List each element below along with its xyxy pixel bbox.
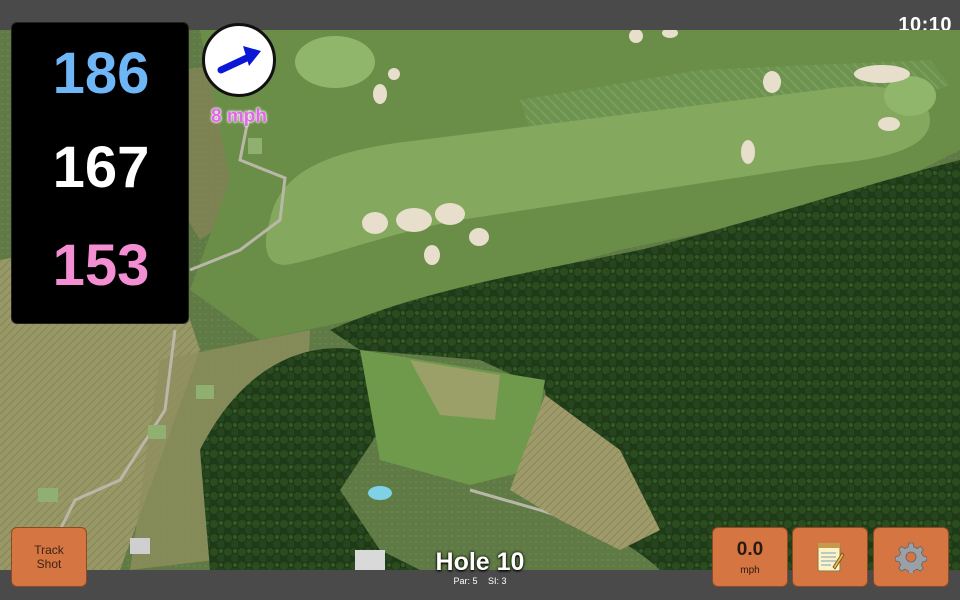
gear-icon: [895, 542, 927, 573]
wind-indicator: [202, 23, 276, 97]
front-distance: 153: [52, 233, 150, 298]
middle-distance: 167: [52, 135, 150, 200]
track-shot-label: Track Shot: [34, 543, 64, 571]
golf-gps-screen: 10:10 186 167 153 8 mph Track Shot Hole …: [0, 0, 960, 600]
speed-value: 0.0: [736, 538, 764, 560]
stroke-index-label: SI: 3: [488, 576, 507, 586]
distance-panel: 186 167 153: [11, 22, 189, 324]
settings-button[interactable]: [873, 527, 949, 587]
hole-info: Par: 5 SI: 3: [380, 576, 580, 586]
notes-button[interactable]: [792, 527, 868, 587]
track-shot-button[interactable]: Track Shot: [11, 527, 87, 587]
hole-title: Hole 10: [435, 548, 525, 576]
speed-unit: mph: [740, 564, 760, 576]
notepad-icon: [817, 543, 845, 572]
wind-arrow-icon: [217, 46, 261, 74]
back-distance: 186: [52, 41, 150, 106]
speed-button[interactable]: 0.0 mph: [712, 527, 788, 587]
wind-speed: 8 mph: [211, 106, 267, 127]
par-label: Par: 5: [453, 576, 478, 586]
